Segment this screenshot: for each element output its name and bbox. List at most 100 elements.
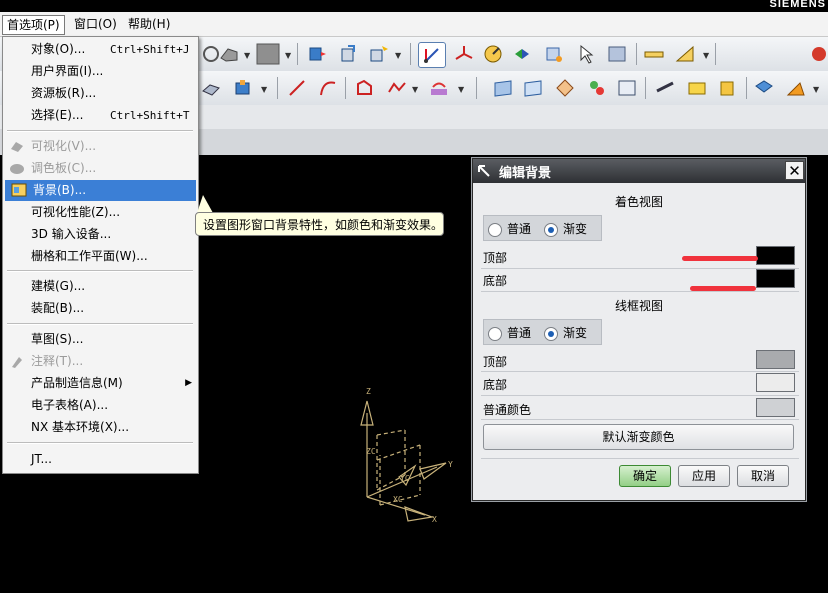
wireframe-top-color-swatch[interactable] [756, 350, 795, 369]
chevron-down-icon[interactable]: ▼ [285, 51, 291, 60]
extrude-icon[interactable] [198, 76, 224, 100]
menu-item-background[interactable]: 背景(B)... [5, 180, 196, 201]
shaded-radio-gradient[interactable]: 渐变 [544, 220, 587, 238]
shaded-mode-icon[interactable] [216, 42, 242, 66]
dialog-titlebar[interactable]: 编辑背景 ✕ [473, 159, 805, 183]
chevron-down-icon[interactable]: ▼ [813, 85, 819, 94]
shell-icon[interactable] [751, 76, 777, 100]
orient-view-icon[interactable] [303, 42, 329, 66]
pointer-icon[interactable] [573, 42, 599, 66]
menu-bar: 首选项(P) 窗口(O) 帮助(H) [0, 12, 828, 37]
menu-item-label: 可视化性能(Z)... [31, 205, 121, 219]
menu-item-label: 选择(E)... [31, 108, 84, 122]
menu-item-visualization[interactable]: 可视化(V)... [3, 136, 198, 157]
wireframe-bottom-color-swatch[interactable] [756, 373, 795, 392]
analysis-icon[interactable] [584, 76, 610, 100]
menu-item-sketch[interactable]: 草图(S)... [3, 329, 198, 350]
edit-surface-icon[interactable] [652, 76, 678, 100]
measure-angle-icon[interactable] [672, 42, 698, 66]
shaded-top-label: 顶部 [483, 251, 508, 265]
rotate-wcs-icon[interactable] [541, 42, 567, 66]
menu-item-user-interface[interactable]: 用户界面(I)... [3, 61, 198, 82]
cancel-button[interactable]: 取消 [737, 465, 789, 487]
menu-item-grid-work-plane[interactable]: 栅格和工作平面(W)... [3, 246, 198, 267]
toolbar-separator [715, 43, 716, 65]
menu-item-jt[interactable]: JT... [3, 449, 198, 470]
part-navigator-icon[interactable] [806, 42, 828, 66]
face-analysis-icon[interactable] [614, 76, 640, 100]
plain-color-swatch[interactable] [756, 398, 795, 417]
title-bar: SIEMENS [0, 0, 828, 12]
menu-item-label: JT... [31, 452, 52, 466]
radio-unchecked-icon [488, 222, 502, 237]
menu-item-modeling[interactable]: 建模(G)... [3, 276, 198, 297]
arc-icon[interactable] [315, 76, 341, 100]
menu-window[interactable]: 窗口(O) [70, 15, 121, 33]
tooltip: 设置图形窗口背景特性，如颜色和渐变效果。 [195, 212, 444, 236]
menu-item-visualization-performance[interactable]: 可视化性能(Z)... [3, 202, 198, 223]
menu-item-assembly[interactable]: 装配(B)... [3, 298, 198, 319]
shaded-bottom-color-swatch[interactable] [756, 269, 795, 288]
menu-item-palette[interactable]: 调色板(C)... [3, 158, 198, 179]
shaded-top-color-swatch[interactable] [756, 246, 795, 265]
menu-preferences[interactable]: 首选项(P) [2, 15, 65, 35]
dynamic-csys-icon[interactable] [418, 42, 446, 68]
thicken-icon[interactable] [552, 76, 578, 100]
menu-item-spreadsheet[interactable]: 电子表格(A)... [3, 395, 198, 416]
wireframe-radio-plain[interactable]: 普通 [488, 324, 531, 342]
chevron-down-icon[interactable]: ▼ [261, 85, 267, 94]
section-divider [481, 291, 799, 292]
wcs-icon[interactable] [365, 42, 391, 66]
mesh-surface-icon[interactable] [520, 76, 546, 100]
block-icon[interactable] [230, 76, 256, 100]
cylinder-icon[interactable] [714, 76, 740, 100]
ok-button[interactable]: 确定 [619, 465, 671, 487]
apply-button[interactable]: 应用 [678, 465, 730, 487]
chevron-down-icon[interactable]: ▼ [458, 85, 464, 94]
menu-item-object[interactable]: 对象(O)... Ctrl+Shift+J [3, 39, 198, 60]
material-icon[interactable] [684, 76, 710, 100]
menu-item-label: 3D 输入设备... [31, 227, 112, 241]
move-wcs-icon[interactable] [509, 42, 535, 66]
chevron-down-icon[interactable]: ▼ [244, 51, 250, 60]
measure-distance-icon[interactable] [641, 42, 667, 66]
menu-item-resource-bar[interactable]: 资源板(R)... [3, 83, 198, 104]
selection-filter-icon[interactable] [604, 42, 630, 66]
radio-label: 普通 [507, 222, 532, 236]
menu-item-label: 产品制造信息(M) [31, 376, 123, 390]
wireframe-radio-gradient[interactable]: 渐变 [544, 324, 587, 342]
fit-view-icon[interactable] [336, 42, 362, 66]
axis-label-zc: ZC [366, 447, 376, 456]
line-icon[interactable] [284, 76, 310, 100]
project-curve-icon[interactable] [426, 76, 452, 100]
spline-icon[interactable] [384, 76, 410, 100]
menu-item-nx-environment[interactable]: NX 基本环境(X)... [3, 417, 198, 438]
menu-help[interactable]: 帮助(H) [124, 15, 174, 33]
menu-item-pmi[interactable]: 产品制造信息(M) ▶ [3, 373, 198, 394]
menu-item-3d-input-device[interactable]: 3D 输入设备... [3, 224, 198, 245]
default-gradient-button[interactable]: 默认渐变颜色 [483, 424, 794, 450]
toolbar-separator [636, 43, 637, 65]
surface-grid-icon[interactable] [490, 76, 516, 100]
menu-item-label: 用户界面(I)... [31, 64, 104, 78]
chevron-down-icon[interactable]: ▼ [703, 51, 709, 60]
preferences-dropdown-menu: 对象(O)... Ctrl+Shift+J 用户界面(I)... 资源板(R).… [2, 36, 199, 474]
submenu-arrow-icon: ▶ [185, 378, 192, 388]
toolbar-separator [410, 43, 411, 65]
chevron-down-icon[interactable]: ▼ [412, 85, 418, 94]
color-swatch-icon[interactable] [255, 42, 281, 66]
close-button[interactable]: ✕ [785, 161, 804, 180]
wcs-display-icon[interactable] [480, 42, 506, 66]
csys-axes-icon[interactable] [451, 42, 477, 66]
chevron-down-icon[interactable]: ▼ [395, 51, 401, 60]
annotation-icon [9, 354, 25, 369]
shaded-bottom-label: 底部 [483, 274, 508, 288]
menu-item-selection[interactable]: 选择(E)... Ctrl+Shift+T [3, 105, 198, 126]
radio-unchecked-icon [488, 326, 502, 341]
shaded-radio-plain[interactable]: 普通 [488, 220, 531, 238]
menu-item-label: 背景(B)... [33, 183, 87, 197]
draft-icon[interactable] [783, 76, 809, 100]
sketch-profile-icon[interactable] [352, 76, 378, 100]
menu-item-annotation[interactable]: 注释(T)... [3, 351, 198, 372]
radio-label: 渐变 [563, 326, 588, 340]
